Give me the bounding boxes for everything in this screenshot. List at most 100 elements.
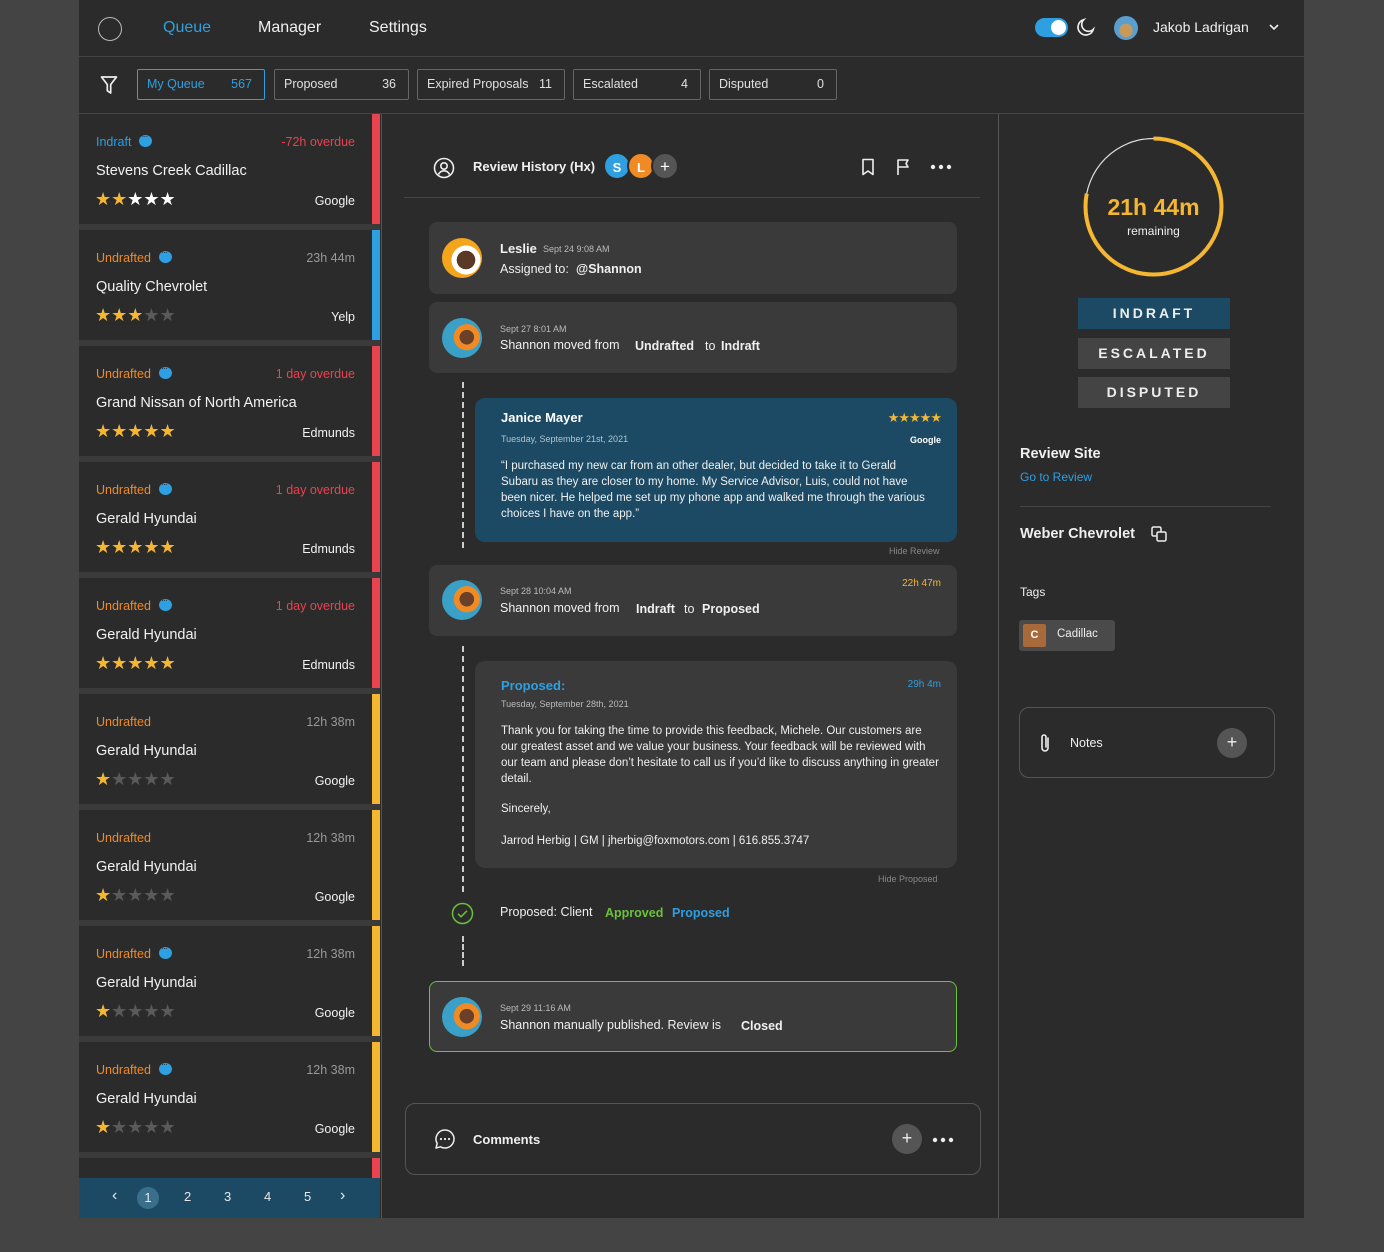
pagination: ‹ 1 2 3 4 5 ›: [79, 1178, 380, 1218]
flag-icon[interactable]: [894, 157, 914, 177]
timeline-connector: [462, 382, 464, 548]
moon-icon: [1077, 17, 1096, 36]
due-time: 12h 38m: [306, 715, 355, 729]
event-date: Sept 28 10:04 AM: [500, 586, 572, 596]
history-event: Sept 28 10:04 AM Shannon moved from Indr…: [429, 565, 957, 636]
review-site: Google: [314, 890, 355, 904]
comments-section: Comments +: [405, 1103, 981, 1175]
copy-icon[interactable]: [1150, 525, 1168, 543]
user-avatar[interactable]: [1114, 16, 1138, 40]
due-time: 1 day overdue: [275, 599, 355, 613]
priority-bar: [372, 462, 380, 572]
filter-count: 11: [539, 77, 552, 91]
queue-item[interactable]: Undrafted 12h 38m Gerald Hyundai ★★★★★ G…: [79, 694, 380, 804]
pager-prev[interactable]: ‹: [112, 1187, 117, 1205]
tag-chip[interactable]: C Cadillac: [1019, 620, 1115, 651]
chat-bubble-icon: [158, 247, 172, 263]
event-date: Sept 27 8:01 AM: [500, 324, 567, 334]
logo-icon[interactable]: [98, 17, 122, 41]
status-escalated-button[interactable]: ESCALATED: [1078, 338, 1230, 369]
timeline-connector: [462, 646, 464, 892]
pager-page-4[interactable]: 4: [264, 1189, 271, 1204]
pager-page-3[interactable]: 3: [224, 1189, 231, 1204]
chevron-down-icon[interactable]: [1267, 20, 1281, 34]
queue-item[interactable]: Indraft -72h overdue Stevens Creek Cadil…: [79, 114, 380, 224]
user-circle-icon: [433, 157, 455, 179]
filter-icon[interactable]: [100, 75, 118, 95]
pager-page-1[interactable]: 1: [137, 1187, 159, 1209]
dealer-name: Gerald Hyundai: [96, 975, 197, 991]
dealer-name: Gerald Hyundai: [96, 511, 197, 527]
go-to-review-link[interactable]: Go to Review: [1020, 470, 1092, 484]
history-event: Sept 27 8:01 AM Shannon moved from Undra…: [429, 302, 957, 373]
paperclip-icon: [1041, 734, 1049, 752]
filter-my-queue[interactable]: My Queue 567: [137, 69, 265, 100]
nav-queue[interactable]: Queue: [163, 19, 211, 37]
rating-stars: ★★★★★: [95, 305, 176, 325]
due-time: 12h 38m: [306, 1063, 355, 1077]
pager-next[interactable]: ›: [340, 1187, 345, 1205]
nav-manager[interactable]: Manager: [258, 19, 321, 37]
approval-status: Approved: [605, 906, 664, 920]
pager-page-5[interactable]: 5: [304, 1189, 311, 1204]
due-time: -72h overdue: [281, 135, 355, 149]
to-word: to: [705, 339, 716, 353]
chat-icon: [435, 1129, 455, 1149]
dark-mode-toggle[interactable]: [1035, 18, 1068, 37]
queue-item[interactable]: Undrafted 1 day overdue Gerald Hyundai ★…: [79, 578, 380, 688]
chat-bubble-icon: [158, 943, 172, 959]
review-stars: ★★★★★: [887, 410, 942, 425]
filter-label: Proposed: [284, 77, 338, 91]
status-indraft-button[interactable]: INDRAFT: [1078, 298, 1230, 329]
comments-label: Comments: [473, 1132, 541, 1147]
nav-settings[interactable]: Settings: [369, 19, 427, 37]
from-status: Undrafted: [635, 339, 695, 353]
closed-status: Closed: [741, 1019, 783, 1033]
filter-proposed[interactable]: Proposed 36: [274, 69, 409, 100]
rating-stars: ★★★★★: [95, 769, 176, 789]
queue-item[interactable]: Undrafted 12h 38m Gerald Hyundai ★★★★★ G…: [79, 926, 380, 1036]
queue-item[interactable]: Undrafted 23h 44m Quality Chevrolet ★★★★…: [79, 230, 380, 340]
rating-stars: ★★★★★: [95, 1117, 176, 1137]
user-name[interactable]: Jakob Ladrigan: [1153, 19, 1249, 35]
rating-stars: ★★★★★: [95, 653, 176, 673]
priority-bar: [372, 694, 380, 804]
due-time: 12h 38m: [306, 947, 355, 961]
chat-bubble-icon: [158, 479, 172, 495]
top-nav: Queue Manager Settings Jakob Ladrigan: [79, 0, 1304, 57]
queue-item[interactable]: Undrafted 1 day overdue Gerald Hyundai ★…: [79, 462, 380, 572]
add-note-button[interactable]: +: [1217, 728, 1247, 758]
priority-bar: [372, 114, 380, 224]
more-icon[interactable]: [929, 157, 953, 177]
bookmark-icon[interactable]: [858, 157, 878, 177]
queue-item[interactable]: Undrafted 12h 38m Gerald Hyundai ★★★★★ G…: [79, 810, 380, 920]
filter-label: Escalated: [583, 77, 638, 91]
pager-page-2[interactable]: 2: [184, 1189, 191, 1204]
filter-disputed[interactable]: Disputed 0: [709, 69, 837, 100]
dealer-name: Gerald Hyundai: [96, 627, 197, 643]
review-site: Google: [314, 194, 355, 208]
hide-proposed-link[interactable]: Hide Proposed: [878, 874, 938, 884]
filter-escalated[interactable]: Escalated 4: [573, 69, 701, 100]
add-collaborator-button[interactable]: +: [651, 152, 679, 180]
queue-item[interactable]: Undrafted 12h 38m Gerald Hyundai ★★★★★ G…: [79, 1042, 380, 1152]
status-label: Undrafted: [96, 247, 172, 265]
add-comment-button[interactable]: +: [892, 1124, 922, 1154]
history-header: Review History (Hx) S L +: [404, 144, 980, 198]
assignee-mention[interactable]: @Shannon: [576, 262, 642, 276]
dealer-name: Gerald Hyundai: [96, 1091, 197, 1107]
status-disputed-button[interactable]: DISPUTED: [1078, 377, 1230, 408]
status-label: Undrafted: [96, 363, 172, 381]
tag-label: Cadillac: [1057, 628, 1098, 640]
filter-expired-proposals[interactable]: Expired Proposals 11: [417, 69, 565, 100]
more-icon[interactable]: [931, 1130, 955, 1150]
proposed-contact: Jarrod Herbig | GM | jherbig@foxmotors.c…: [501, 835, 810, 847]
priority-bar: [372, 926, 380, 1036]
event-date: Sept 24 9:08 AM: [543, 244, 610, 254]
due-time: 23h 44m: [306, 251, 355, 265]
review-site: Google: [314, 774, 355, 788]
queue-item[interactable]: Undrafted 1 day overdue Grand Nissan of …: [79, 346, 380, 456]
approval-stage: Proposed: [672, 906, 730, 920]
hide-review-link[interactable]: Hide Review: [889, 546, 940, 556]
to-status: Indraft: [721, 339, 760, 353]
